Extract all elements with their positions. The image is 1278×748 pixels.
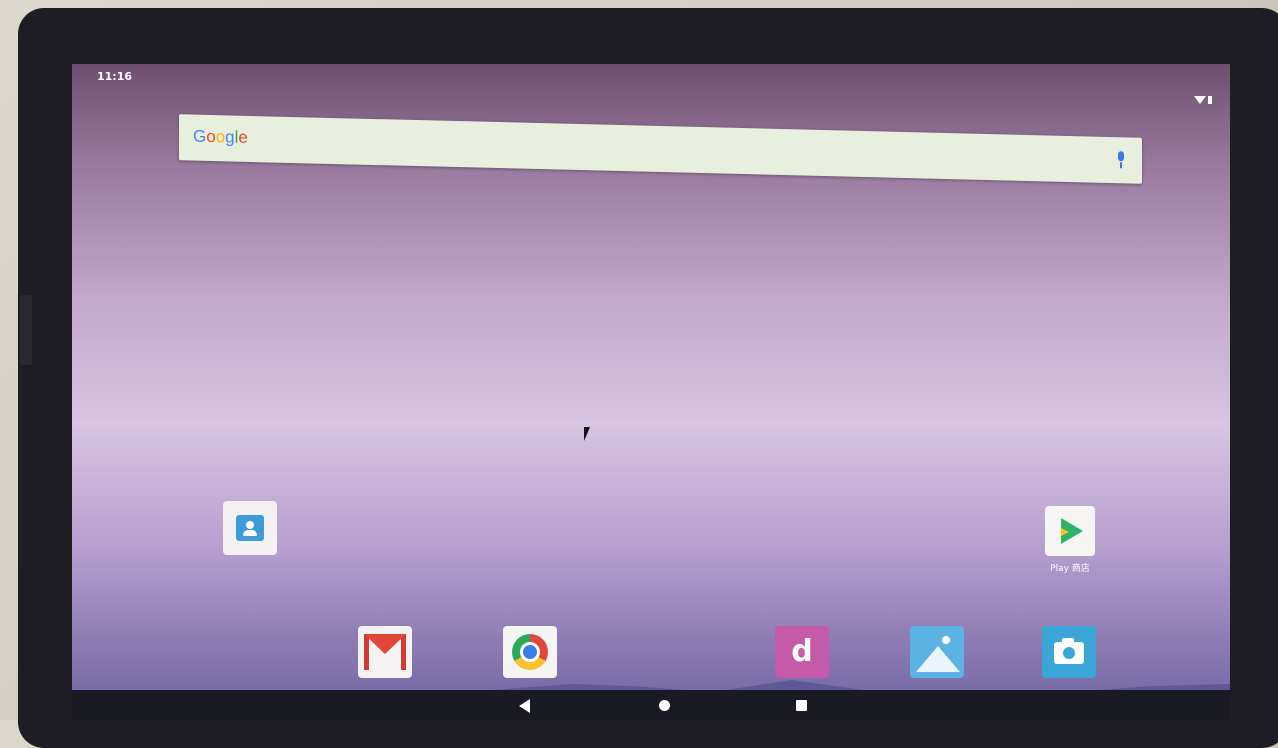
recents-icon[interactable] <box>796 700 807 711</box>
gallery-icon[interactable] <box>910 626 964 678</box>
status-icons <box>1194 96 1214 106</box>
google-logo: Google <box>193 126 248 147</box>
camera-icon[interactable] <box>1042 626 1096 678</box>
home-icon[interactable] <box>659 700 670 711</box>
wifi-icon <box>1194 96 1206 104</box>
back-icon[interactable] <box>519 699 530 713</box>
chrome-icon[interactable] <box>503 626 557 678</box>
play-store-app[interactable]: Play 商店 <box>1040 506 1100 574</box>
google-search-bar[interactable]: Google <box>179 114 1142 184</box>
side-button <box>20 295 32 365</box>
mouse-cursor-icon <box>584 427 590 441</box>
play-store-label: Play 商店 <box>1050 564 1090 574</box>
navigation-bar <box>72 690 1230 720</box>
music-icon[interactable]: d <box>775 626 829 678</box>
mic-icon[interactable] <box>1116 151 1126 169</box>
battery-icon <box>1208 96 1212 104</box>
contacts-app[interactable] <box>220 501 280 560</box>
home-screen: 11:16 Google Play 商店 d <box>72 64 1230 720</box>
status-time: 11:16 <box>97 70 133 83</box>
gmail-icon[interactable] <box>358 626 412 678</box>
play-store-icon <box>1045 506 1095 556</box>
contacts-icon <box>223 501 277 555</box>
